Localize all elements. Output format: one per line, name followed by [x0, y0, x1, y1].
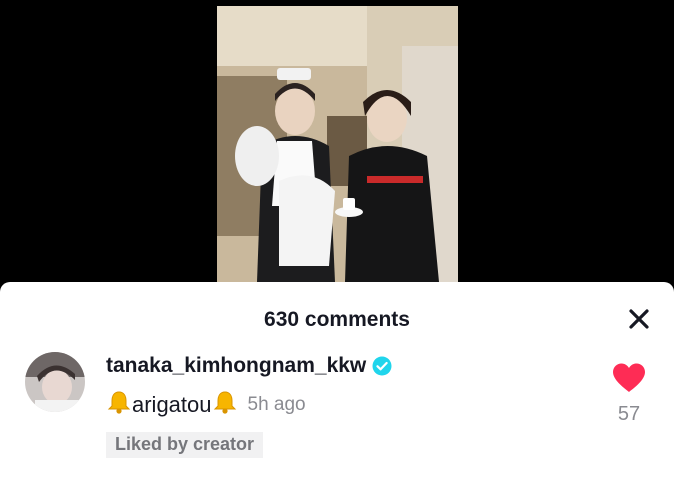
- heart-icon[interactable]: [611, 362, 647, 399]
- video-player[interactable]: [0, 0, 674, 282]
- like-button[interactable]: 57: [604, 362, 654, 426]
- liked-by-creator-badge: Liked by creator: [106, 432, 264, 458]
- comments-count: 630 comments: [264, 308, 410, 331]
- bell-emoji-icon: [106, 389, 132, 421]
- user-avatar[interactable]: [25, 352, 85, 412]
- verified-badge-icon: [372, 356, 392, 376]
- bell-emoji-icon: [212, 389, 238, 421]
- comment-timestamp: 5h ago: [247, 394, 306, 415]
- video-thumbnail: [217, 6, 458, 282]
- comment-text-content: arigatou: [132, 392, 212, 417]
- comment-text: arigatou: [106, 389, 238, 421]
- comment-item: tanaka_kimhongnam_kkw arigatou 5h ago Li…: [106, 352, 576, 458]
- comments-sheet: 630 comments tanaka_kimhongnam_kkw ariga…: [0, 282, 674, 477]
- close-icon[interactable]: [628, 308, 650, 335]
- close-button[interactable]: [624, 306, 654, 336]
- comment-username[interactable]: tanaka_kimhongnam_kkw: [106, 354, 366, 378]
- like-count: 57: [617, 403, 641, 425]
